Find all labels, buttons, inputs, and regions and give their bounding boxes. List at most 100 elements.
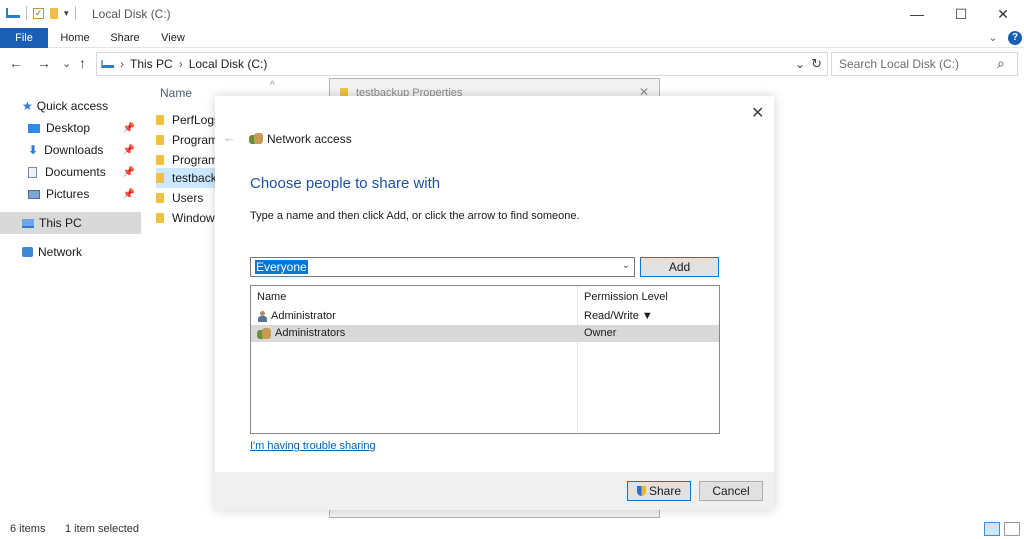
folder-icon: [156, 135, 164, 145]
folder-icon: [156, 115, 164, 125]
path-separator: ›: [120, 57, 124, 71]
network-icon: [22, 247, 33, 257]
properties-check-icon[interactable]: ✓: [33, 7, 44, 19]
list-item[interactable]: PerfLogs: [156, 110, 220, 130]
star-icon: ★: [22, 99, 33, 113]
new-folder-icon[interactable]: [50, 7, 58, 19]
address-bar[interactable]: › This PC › Local Disk (C:) ⌄ ↻: [96, 52, 828, 76]
path-separator: ›: [178, 57, 183, 71]
nav-pictures[interactable]: Pictures 📌: [0, 183, 141, 205]
tab-file[interactable]: File: [0, 28, 48, 48]
maximize-button[interactable]: ☐: [938, 0, 984, 28]
drive-icon[interactable]: [6, 8, 20, 18]
list-item[interactable]: Windows: [156, 208, 220, 228]
permission-dropdown[interactable]: Read/Write ▼: [584, 310, 653, 322]
back-button[interactable]: ←: [9, 55, 23, 71]
group-icon: [257, 327, 271, 339]
table-row[interactable]: Administrator Read/Write ▼: [251, 308, 719, 325]
tab-home[interactable]: Home: [55, 28, 95, 48]
address-dropdown-icon[interactable]: ⌄: [795, 57, 805, 71]
nav-this-pc-label: This PC: [39, 216, 82, 230]
pin-icon[interactable]: 📌: [123, 189, 135, 200]
list-item[interactable]: Program Files (x86): [156, 150, 220, 170]
desktop-icon: [28, 123, 40, 133]
permissions-table: Name Permission Level Administrator Read…: [250, 285, 720, 434]
dialog-title: Network access: [267, 132, 352, 146]
minimize-button[interactable]: —: [894, 0, 940, 28]
nav-quick-access[interactable]: ★ Quick access: [0, 95, 141, 117]
dialog-heading: Choose people to share with: [250, 175, 441, 192]
nav-this-pc[interactable]: This PC: [0, 212, 141, 234]
tab-share[interactable]: Share: [107, 28, 143, 48]
table-row[interactable]: Administrators Owner: [251, 325, 719, 342]
file-list: Name ^ PerfLogs Program Files Program Fi…: [150, 80, 275, 230]
list-item[interactable]: testbackup: [156, 168, 220, 188]
tab-view[interactable]: View: [156, 28, 190, 48]
recent-locations-button[interactable]: ⌄: [62, 57, 71, 70]
nav-documents-label: Documents: [45, 165, 106, 179]
list-item[interactable]: Users: [156, 188, 220, 208]
navigation-pane: ★ Quick access Desktop 📌 ⬇ Downloads 📌 D…: [0, 92, 142, 292]
dialog-back-button[interactable]: ←: [223, 130, 236, 145]
breadcrumb-this-pc[interactable]: This PC: [130, 57, 173, 71]
file-name: PerfLogs: [172, 113, 220, 127]
status-bar: 6 items 1 item selected: [0, 519, 1024, 539]
cancel-button[interactable]: Cancel: [699, 481, 763, 501]
pictures-icon: [28, 189, 40, 199]
address-bar-row: ← → ⌄ ↑ › This PC › Local Disk (C:) ⌄ ↻ …: [0, 52, 1024, 76]
toolbar-separator: [74, 6, 76, 20]
nav-network-label: Network: [38, 245, 83, 259]
pin-icon[interactable]: 📌: [123, 167, 135, 178]
column-header-name[interactable]: Name: [257, 291, 286, 303]
up-button[interactable]: ↑: [79, 55, 86, 71]
row-name: Administrator: [271, 310, 336, 322]
column-header-permission[interactable]: Permission Level: [584, 291, 668, 303]
network-access-icon: [249, 133, 263, 144]
nav-downloads[interactable]: ⬇ Downloads 📌: [0, 139, 141, 161]
folder-icon: [156, 173, 164, 183]
user-select-value[interactable]: Everyone: [255, 260, 308, 274]
nav-pictures-label: Pictures: [46, 187, 90, 201]
row-name-cell: Administrator: [257, 310, 336, 322]
folder-icon: [156, 213, 164, 223]
document-icon: [28, 166, 37, 178]
close-window-button[interactable]: ✕: [980, 0, 1024, 28]
row-name: Administrators: [275, 327, 346, 339]
details-view-icon[interactable]: [984, 522, 1000, 536]
folder-icon: [156, 155, 164, 165]
refresh-icon[interactable]: ↻: [811, 56, 822, 72]
dialog-instruction: Type a name and then click Add, or click…: [250, 210, 580, 222]
item-count: 6 items: [10, 523, 46, 535]
expand-ribbon-icon[interactable]: ⌄: [986, 28, 1000, 48]
help-icon[interactable]: ?: [1008, 31, 1022, 45]
share-button-label: Share: [648, 484, 682, 498]
nav-network[interactable]: Network: [0, 241, 141, 263]
nav-desktop-label: Desktop: [46, 121, 91, 135]
trouble-sharing-link[interactable]: I'm having trouble sharing: [250, 440, 376, 452]
column-header-name[interactable]: Name: [160, 86, 192, 100]
folder-icon: [156, 193, 164, 203]
large-icons-view-icon[interactable]: [1004, 522, 1020, 536]
forward-button[interactable]: →: [37, 55, 51, 71]
breadcrumb-local-disk[interactable]: Local Disk (C:): [189, 57, 268, 71]
pc-icon: [101, 60, 114, 68]
user-select-combobox[interactable]: Everyone ⌄: [250, 257, 635, 277]
pc-icon: [22, 218, 34, 228]
pin-icon[interactable]: 📌: [123, 145, 135, 156]
dialog-close-button[interactable]: ✕: [751, 103, 764, 123]
selection-status: 1 item selected: [65, 523, 139, 535]
add-button[interactable]: Add: [640, 257, 719, 277]
chevron-down-icon[interactable]: ⌄: [622, 260, 630, 271]
list-item[interactable]: Program Files: [156, 130, 220, 150]
search-icon[interactable]: ⌕: [997, 55, 1005, 72]
title-bar: ✓ ▾ Local Disk (C:) — ☐ ✕: [0, 0, 1024, 28]
search-input[interactable]: Search Local Disk (C:): [831, 52, 1018, 76]
share-button[interactable]: Share: [627, 481, 691, 501]
pin-icon[interactable]: 📌: [123, 123, 135, 134]
nav-documents[interactable]: Documents 📌: [0, 161, 141, 183]
nav-desktop[interactable]: Desktop 📌: [0, 117, 141, 139]
window-title: Local Disk (C:): [92, 7, 171, 21]
customize-toolbar-icon[interactable]: ▾: [64, 8, 69, 19]
quick-access-toolbar: ✓ ▾: [6, 6, 76, 20]
permission-level: Owner: [584, 327, 617, 339]
